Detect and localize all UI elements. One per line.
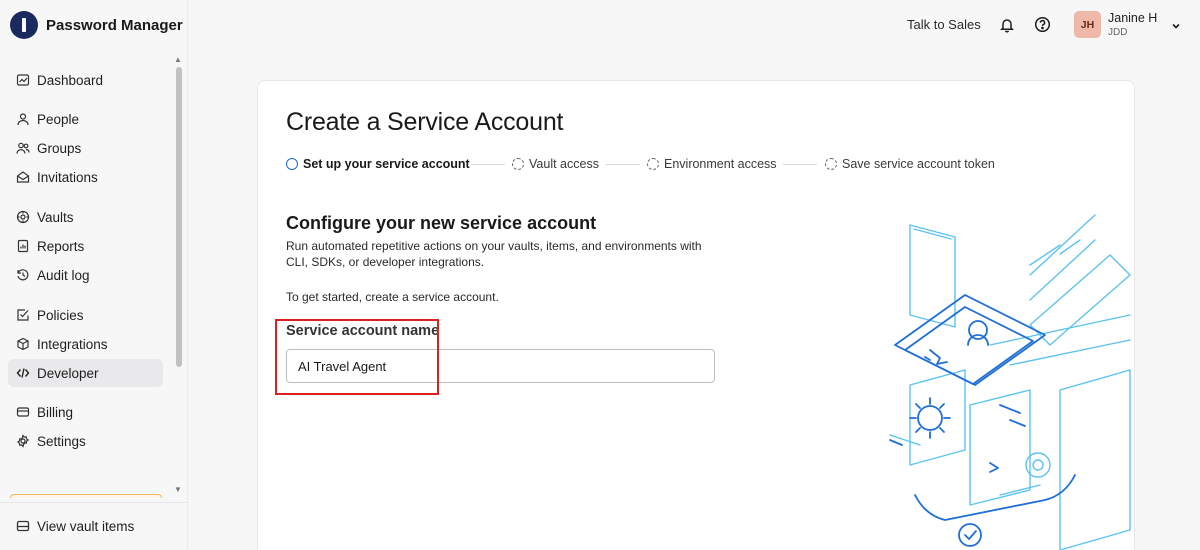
- step-label: Set up your service account: [303, 157, 470, 171]
- step-connector: [783, 164, 817, 165]
- sidebar-item-label: Reports: [37, 238, 85, 254]
- step-save-token[interactable]: Save service account token: [825, 157, 995, 171]
- service-account-name-input[interactable]: [286, 349, 715, 383]
- service-account-name-label: Service account name: [286, 323, 440, 339]
- gear-icon: [16, 434, 30, 448]
- step-pending-icon: [512, 158, 524, 170]
- stepper: Set up your service account Vault access…: [286, 157, 1086, 173]
- help-icon[interactable]: [1034, 16, 1051, 33]
- section-title: Configure your new service account: [286, 213, 597, 233]
- sidebar-item-policies[interactable]: Policies: [8, 301, 163, 329]
- vault-items-icon: [16, 519, 30, 533]
- sidebar-item-audit-log[interactable]: Audit log: [8, 261, 163, 289]
- sidebar-item-integrations[interactable]: Integrations: [8, 330, 163, 358]
- step-label: Vault access: [529, 157, 599, 171]
- cube-icon: [16, 337, 30, 351]
- step-pending-icon: [647, 158, 659, 170]
- report-icon: [16, 239, 30, 253]
- service-account-illustration: [889, 214, 1131, 550]
- sidebar-item-label: People: [37, 111, 80, 127]
- groups-icon: [16, 141, 30, 155]
- code-icon: [16, 366, 30, 380]
- get-started-text: To get started, create a service account…: [286, 290, 499, 304]
- section-description: Run automated repetitive actions on your…: [286, 239, 702, 269]
- user-name[interactable]: Janine H: [1108, 11, 1157, 25]
- card-icon: [16, 405, 30, 419]
- sidebar-item-dashboard[interactable]: Dashboard: [8, 66, 163, 94]
- step-setup[interactable]: Set up your service account: [286, 157, 470, 171]
- envelope-icon: [16, 170, 30, 184]
- sidebar-item-label: Groups: [37, 140, 82, 156]
- brand-name: Password Manager: [46, 16, 183, 34]
- sidebar-item-invitations[interactable]: Invitations: [8, 163, 163, 191]
- step-connector: [606, 164, 640, 165]
- sidebar-item-settings[interactable]: Settings: [8, 427, 163, 455]
- page-title: Create a Service Account: [286, 108, 564, 136]
- step-active-icon: [286, 158, 298, 170]
- scroll-up-arrow-icon[interactable]: ▲: [174, 55, 182, 64]
- sidebar-item-developer[interactable]: Developer: [8, 359, 163, 387]
- talk-to-sales-link[interactable]: Talk to Sales: [907, 17, 981, 32]
- person-icon: [16, 112, 30, 126]
- sidebar: Password Manager Dashboard People Groups…: [0, 0, 188, 550]
- sidebar-item-people[interactable]: People: [8, 105, 163, 133]
- sidebar-item-label: Invitations: [37, 169, 98, 185]
- sidebar-item-vaults[interactable]: Vaults: [8, 203, 163, 231]
- view-vault-items-link[interactable]: View vault items: [8, 512, 164, 540]
- sidebar-divider: [0, 502, 188, 503]
- promo-banner-edge: [10, 494, 162, 498]
- sidebar-item-label: Billing: [37, 404, 74, 420]
- step-vault-access[interactable]: Vault access: [512, 157, 599, 171]
- footer-item-label: View vault items: [37, 518, 135, 534]
- step-environment-access[interactable]: Environment access: [647, 157, 777, 171]
- sidebar-item-billing[interactable]: Billing: [8, 398, 163, 426]
- user-org: JDD: [1108, 27, 1128, 38]
- avatar[interactable]: JH: [1074, 11, 1101, 38]
- sidebar-item-label: Developer: [37, 365, 99, 381]
- scroll-thumb[interactable]: [176, 67, 182, 367]
- sidebar-item-label: Vaults: [37, 209, 74, 225]
- step-connector: [471, 164, 505, 165]
- step-label: Environment access: [664, 157, 777, 171]
- sidebar-item-groups[interactable]: Groups: [8, 134, 163, 162]
- history-icon: [16, 268, 30, 282]
- sidebar-item-label: Settings: [37, 433, 86, 449]
- sidebar-item-label: Integrations: [37, 336, 108, 352]
- sidebar-item-label: Policies: [37, 307, 84, 323]
- checklist-icon: [16, 308, 30, 322]
- vault-icon: [16, 210, 30, 224]
- step-label: Save service account token: [842, 157, 995, 171]
- sidebar-scrollbar[interactable]: ▲ ▼: [174, 55, 184, 500]
- brand[interactable]: Password Manager: [0, 0, 187, 50]
- bell-icon[interactable]: [999, 17, 1015, 33]
- sidebar-item-reports[interactable]: Reports: [8, 232, 163, 260]
- scroll-down-arrow-icon[interactable]: ▼: [174, 485, 182, 494]
- sidebar-item-label: Dashboard: [37, 72, 104, 88]
- dashboard-icon: [16, 73, 30, 87]
- logo-icon: [10, 11, 38, 39]
- sidebar-item-label: Audit log: [37, 267, 90, 283]
- step-pending-icon: [825, 158, 837, 170]
- chevron-down-icon[interactable]: [1170, 19, 1182, 31]
